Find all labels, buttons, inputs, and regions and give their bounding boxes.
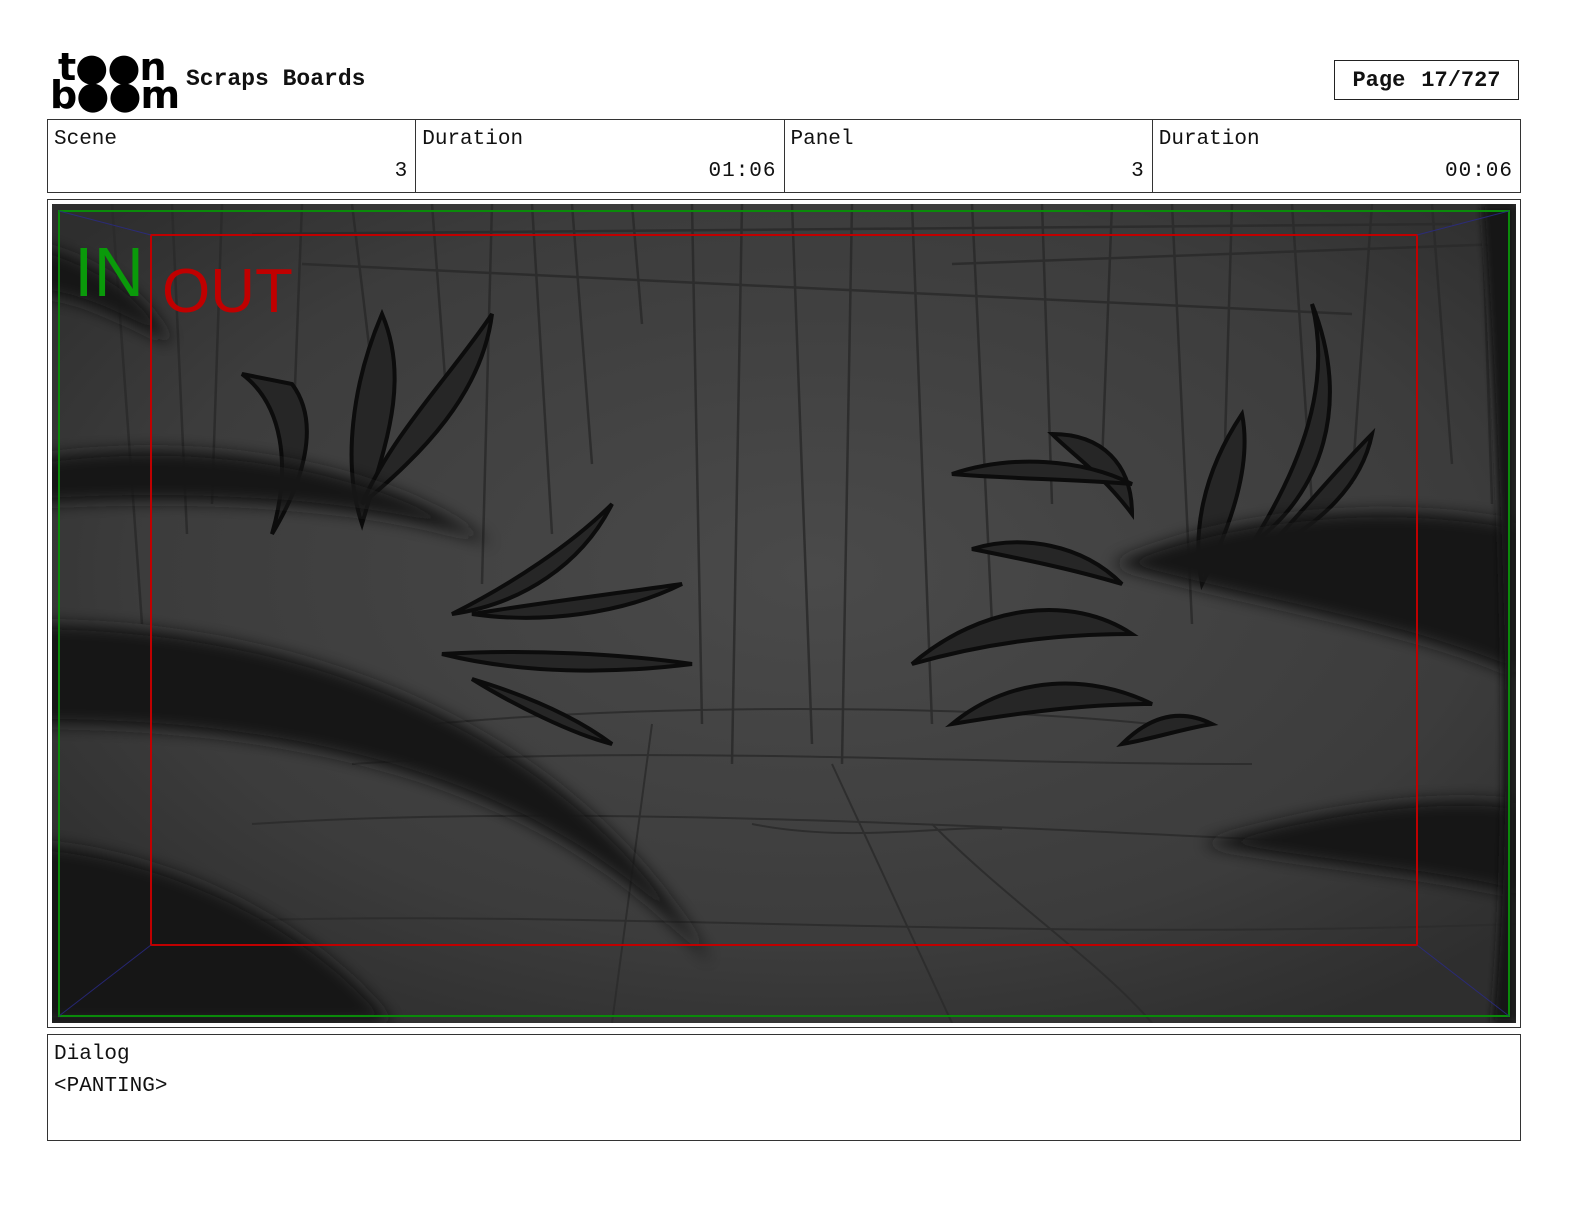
board-title: Scraps Boards (186, 66, 366, 92)
panel-sketch: IN OUT (52, 204, 1516, 1023)
dialog-label: Dialog (54, 1043, 130, 1066)
panel-duration-label: Duration (1158, 128, 1260, 151)
out-frame-label: OUT (162, 257, 293, 326)
panel-duration-value: 00:06 (1444, 160, 1513, 183)
scene-duration-cell: Duration 01:06 (416, 120, 785, 192)
panel-label: Panel (790, 128, 854, 151)
panel-info-row: Scene 3 Duration 01:06 Panel 3 Duration … (47, 119, 1521, 193)
page-label: Page (1352, 67, 1406, 93)
logo-line-2: b●●m (50, 73, 180, 117)
panel-cell: Panel 3 (785, 120, 1153, 192)
storyboard-panel-frame: IN OUT (47, 199, 1521, 1028)
scene-cell: Scene 3 (48, 120, 417, 192)
page-value: 17/727 (1421, 67, 1501, 93)
panel-value: 3 (1131, 160, 1145, 183)
page-indicator: Page 17/727 (1334, 60, 1519, 100)
in-frame-label: IN (74, 233, 144, 311)
scene-value: 3 (394, 160, 409, 183)
panel-duration-cell: Duration 00:06 (1153, 120, 1520, 192)
toon-boom-logo: t●●n b●●m (50, 48, 180, 114)
dialog-box: Dialog <PANTING> (47, 1034, 1521, 1141)
scene-duration-label: Duration (422, 128, 524, 151)
storyboard-panel-drawing: IN OUT (52, 204, 1516, 1023)
scene-label: Scene (54, 128, 118, 151)
dialog-text: <PANTING> (54, 1075, 168, 1098)
scene-duration-value: 01:06 (708, 160, 777, 183)
